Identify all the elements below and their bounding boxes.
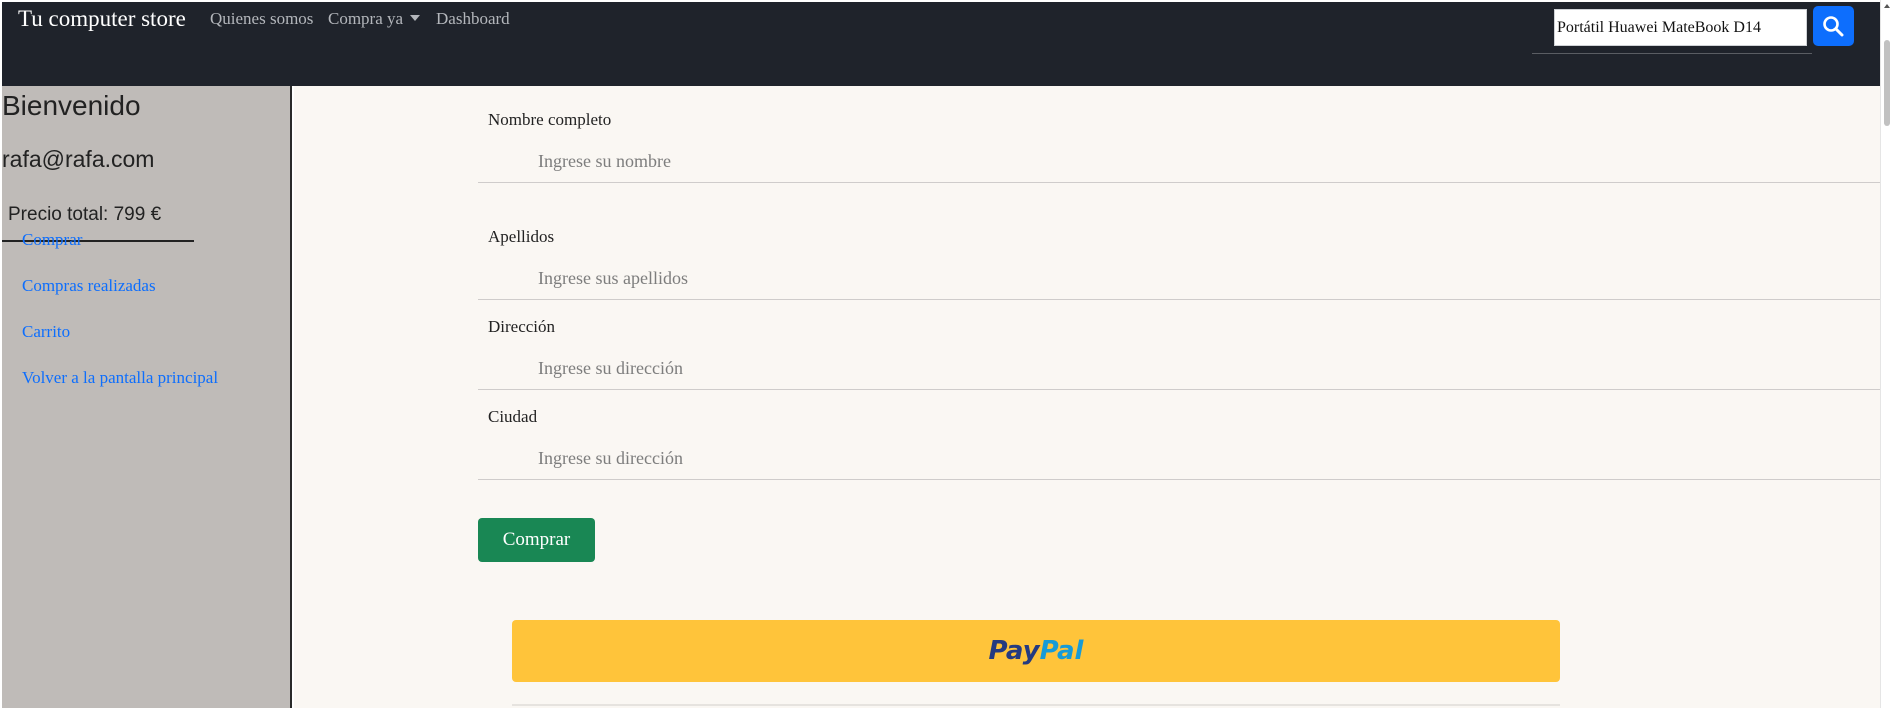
apellidos-placeholder: Ingrese sus apellidos [538, 268, 688, 288]
divider [512, 704, 1560, 706]
label-apellidos: Apellidos [488, 227, 555, 246]
divider [1532, 53, 1812, 54]
user-email: rafa@rafa.com [2, 146, 155, 172]
sidebar-link-compras-realizadas[interactable]: Compras realizadas [22, 276, 156, 296]
direccion-input[interactable]: Ingrese su dirección [478, 350, 1880, 390]
ciudad-placeholder: Ingrese su dirección [538, 448, 683, 468]
comprar-button[interactable]: Comprar [478, 518, 595, 562]
sidebar-link-volver[interactable]: Volver a la pantalla principal [22, 368, 218, 388]
scrollbar-thumb[interactable] [1884, 40, 1890, 126]
direccion-placeholder: Ingrese su dirección [538, 358, 683, 378]
nombre-input[interactable]: Ingrese su nombre [478, 143, 1880, 183]
brand-link[interactable]: Tu computer store [18, 6, 186, 32]
ciudad-input[interactable]: Ingrese su dirección [478, 440, 1880, 480]
caret-down-icon [410, 15, 421, 22]
apellidos-input[interactable]: Ingrese sus apellidos [478, 260, 1880, 300]
welcome-heading: Bienvenido [2, 90, 141, 121]
nav-dropdown-label: Compra ya [328, 9, 404, 28]
nav-dropdown-compra-ya[interactable]: Compra ya [328, 9, 421, 29]
checkout-form: Nombre completo Ingrese su nombre Apelli… [294, 86, 1880, 708]
search-button[interactable] [1813, 6, 1854, 46]
nav-link-dashboard[interactable]: Dashboard [436, 9, 510, 29]
paypal-logo: PayPal [512, 620, 1560, 682]
paypal-logo-pal: Pal [1039, 636, 1084, 666]
sidebar-link-comprar[interactable]: Comprar [22, 230, 82, 250]
nav-link-quienes-somos[interactable]: Quienes somos [210, 9, 313, 29]
sidebar-link-carrito[interactable]: Carrito [22, 322, 70, 342]
sidebar: Bienvenido rafa@rafa.com Precio total: 7… [2, 86, 292, 708]
page-scrollbar[interactable] [1880, 0, 1892, 708]
search-icon [1823, 16, 1844, 37]
scroll-up-arrow-icon[interactable] [1884, 4, 1890, 8]
top-navbar: Tu computer store Quienes somos Compra y… [2, 2, 1880, 86]
label-direccion: Dirección [488, 317, 556, 336]
label-nombre-completo: Nombre completo [488, 110, 612, 129]
nombre-placeholder: Ingrese su nombre [538, 151, 671, 171]
paypal-logo-pay: Pay [988, 636, 1040, 666]
search-input[interactable]: Portátil Huawei MateBook D14 [1554, 9, 1807, 46]
label-ciudad: Ciudad [488, 407, 538, 426]
paypal-button[interactable]: PayPal [512, 620, 1560, 682]
